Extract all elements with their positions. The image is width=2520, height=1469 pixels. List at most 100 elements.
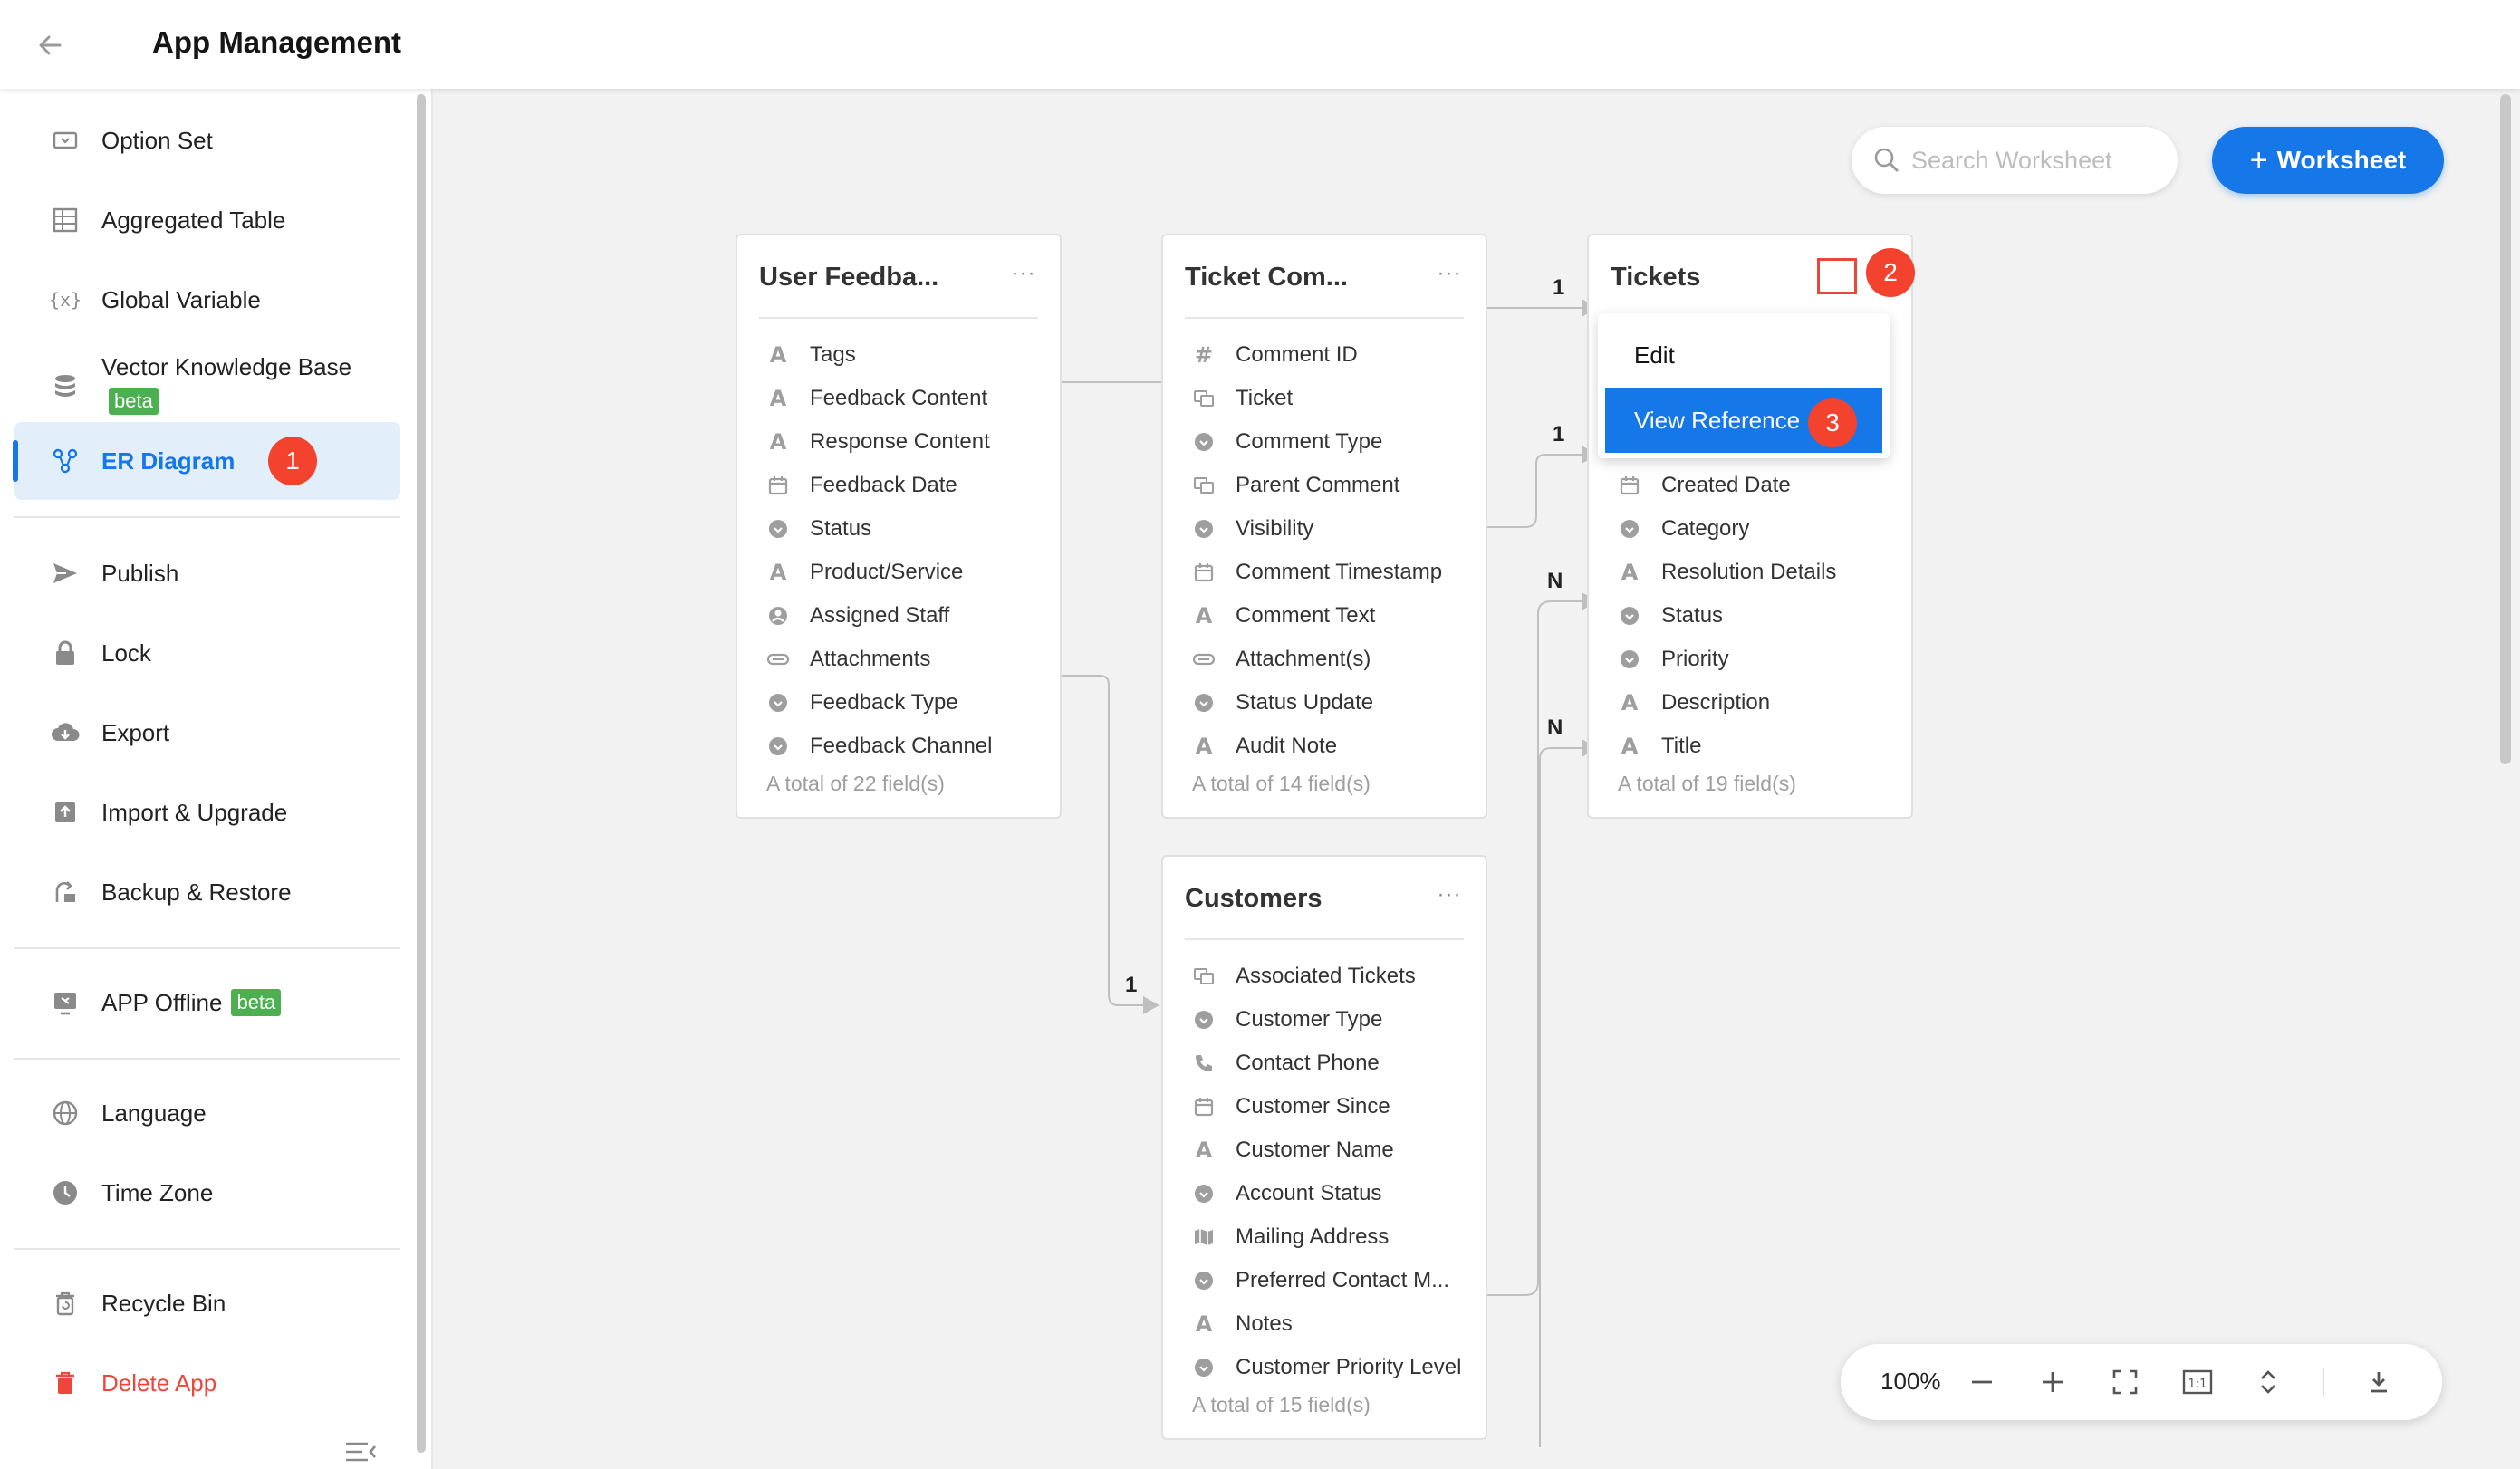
- annotation-badge-2: 2: [1866, 248, 1915, 297]
- field-row[interactable]: Status Update: [1192, 681, 1442, 725]
- field-row[interactable]: A Response Content: [766, 420, 992, 464]
- field-row[interactable]: A Comment Text: [1192, 594, 1442, 638]
- field-row[interactable]: Mailing Address: [1192, 1215, 1461, 1259]
- field-row[interactable]: Customer Priority Level: [1192, 1346, 1461, 1389]
- add-worksheet-button[interactable]: + Worksheet: [2212, 127, 2444, 194]
- field-row[interactable]: Customer Type: [1192, 998, 1461, 1042]
- zoom-in-icon[interactable]: [2034, 1364, 2071, 1400]
- field-total: A total of 15 field(s): [1192, 1393, 1371, 1416]
- field-row[interactable]: Account Status: [1192, 1172, 1461, 1215]
- more-icon[interactable]: ···: [1007, 263, 1040, 290]
- table-card-ticket-comments[interactable]: Ticket Com... ··· # Comment ID Ticket Comme…: [1161, 234, 1487, 819]
- field-total: A total of 22 field(s): [766, 772, 945, 795]
- field-row[interactable]: Comment Timestamp: [1192, 551, 1442, 594]
- sidebar-item-import-upgrade[interactable]: Import & Upgrade: [14, 773, 400, 851]
- fullscreen-icon[interactable]: [2107, 1364, 2143, 1400]
- connector-label: N: [1547, 715, 1563, 740]
- back-arrow-icon[interactable]: [33, 27, 69, 63]
- field-attach-icon: [766, 648, 790, 671]
- field-label: Customer Type: [1236, 1007, 1383, 1032]
- field-row[interactable]: A Notes: [1192, 1302, 1461, 1346]
- field-date-icon: [1192, 561, 1216, 584]
- field-row[interactable]: A Resolution Details: [1618, 551, 1837, 594]
- sidebar-item-language[interactable]: Language: [14, 1074, 400, 1152]
- field-row[interactable]: Feedback Channel: [766, 725, 992, 768]
- field-list: A Tags A Feedback Content A Response Content F…: [766, 333, 992, 768]
- card-divider: [1185, 938, 1464, 940]
- sidebar-scrollbar[interactable]: [417, 94, 426, 1453]
- search-input[interactable]: [1911, 139, 2156, 181]
- field-row[interactable]: Status: [766, 507, 992, 551]
- field-row[interactable]: Priority: [1618, 638, 1836, 681]
- field-label: Comment Type: [1236, 429, 1383, 454]
- more-icon[interactable]: ···: [1433, 263, 1466, 290]
- download-icon[interactable]: [2361, 1364, 2397, 1400]
- sidebar-item-global-variable[interactable]: {x} Global Variable: [14, 261, 400, 339]
- field-row[interactable]: A Audit Note: [1192, 725, 1442, 768]
- field-row[interactable]: A Customer Name: [1192, 1128, 1461, 1172]
- field-row[interactable]: Associated Tickets: [1192, 955, 1461, 998]
- sidebar-item-app-offline[interactable]: APP Offline beta: [14, 964, 400, 1042]
- field-row[interactable]: # Comment ID: [1192, 333, 1442, 377]
- field-option-icon: [1192, 1356, 1216, 1379]
- send-icon: [51, 559, 80, 588]
- field-label: Associated Tickets: [1236, 964, 1416, 988]
- sidebar-item-publish[interactable]: Publish: [14, 534, 400, 612]
- table-card-user-feedback[interactable]: User Feedba... ··· A Tags A Feedback Conten…: [736, 234, 1062, 819]
- field-row[interactable]: A Title: [1618, 725, 1836, 768]
- sidebar-item-time-zone[interactable]: Time Zone: [14, 1154, 400, 1232]
- field-row[interactable]: A Description: [1618, 681, 1836, 725]
- sidebar-item-backup-restore[interactable]: Backup & Restore: [14, 853, 400, 931]
- field-row[interactable]: Parent Comment: [1192, 464, 1442, 507]
- field-row[interactable]: A Product/Service: [766, 551, 992, 594]
- field-row[interactable]: Status: [1618, 594, 1836, 638]
- more-icon[interactable]: ···: [1433, 884, 1466, 911]
- card-title: Customers: [1185, 884, 1323, 913]
- field-row[interactable]: Attachments: [766, 638, 992, 681]
- sidebar-item-label: ER Diagram: [101, 446, 236, 475]
- sidebar-item-option-set[interactable]: Option Set: [14, 101, 400, 179]
- sidebar-item-aggregated-table[interactable]: Aggregated Table: [14, 181, 400, 259]
- beta-badge: beta: [231, 989, 282, 1016]
- menu-item-edit[interactable]: Edit: [1605, 322, 1882, 388]
- field-relation-icon: [1192, 965, 1216, 988]
- field-row[interactable]: A Feedback Content: [766, 377, 992, 420]
- global-variable-icon: {x}: [48, 289, 82, 311]
- field-row[interactable]: Created Date: [1618, 464, 1836, 507]
- field-row[interactable]: Contact Phone: [1192, 1042, 1461, 1085]
- search-worksheet[interactable]: [1852, 127, 2178, 194]
- field-row[interactable]: Comment Type: [1192, 420, 1442, 464]
- fit-view-icon[interactable]: [2250, 1364, 2286, 1400]
- card-header: Ticket Com... ···: [1163, 235, 1486, 317]
- field-row[interactable]: Assigned Staff: [766, 594, 992, 638]
- field-label: Ticket: [1236, 386, 1294, 410]
- field-row[interactable]: Category: [1618, 507, 1836, 551]
- canvas-scrollbar[interactable]: [2500, 94, 2511, 764]
- table-card-customers[interactable]: Customers ··· Associated Tickets Customer…: [1161, 855, 1487, 1440]
- trash-icon: [51, 1289, 80, 1318]
- er-canvas[interactable]: 1 1 N N 1 + Worksheet User Feedba... ···…: [433, 89, 2520, 1469]
- field-row[interactable]: Attachment(s): [1192, 638, 1442, 681]
- annotation-badge-1: 1: [268, 437, 317, 485]
- sidebar-item-er-diagram[interactable]: ER Diagram: [13, 422, 400, 500]
- field-row[interactable]: Feedback Date: [766, 464, 992, 507]
- sidebar-item-export[interactable]: Export: [14, 694, 400, 772]
- field-text-icon: A: [1621, 690, 1639, 715]
- collapse-sidebar-icon[interactable]: [344, 1438, 377, 1465]
- sidebar-item-recycle-bin[interactable]: Recycle Bin: [14, 1264, 400, 1342]
- field-row[interactable]: A Tags: [766, 333, 992, 377]
- more-button-highlight[interactable]: [1817, 258, 1857, 294]
- field-label: Audit Note: [1236, 734, 1338, 758]
- sidebar-item-lock[interactable]: Lock: [14, 614, 400, 692]
- field-row[interactable]: Feedback Type: [766, 681, 992, 725]
- sidebar-divider: [14, 1248, 400, 1250]
- actual-size-icon[interactable]: 1:1: [2179, 1364, 2216, 1400]
- field-row[interactable]: Customer Since: [1192, 1085, 1461, 1128]
- field-row[interactable]: Visibility: [1192, 507, 1442, 551]
- sidebar-item-vector-knowledge-base[interactable]: Vector Knowledge Base beta: [14, 341, 400, 431]
- field-row[interactable]: Preferred Contact M...: [1192, 1259, 1461, 1302]
- zoom-out-icon[interactable]: [1964, 1364, 2000, 1400]
- database-icon: [51, 371, 80, 400]
- sidebar-item-delete-app[interactable]: Delete App: [14, 1344, 400, 1422]
- field-row[interactable]: Ticket: [1192, 377, 1442, 420]
